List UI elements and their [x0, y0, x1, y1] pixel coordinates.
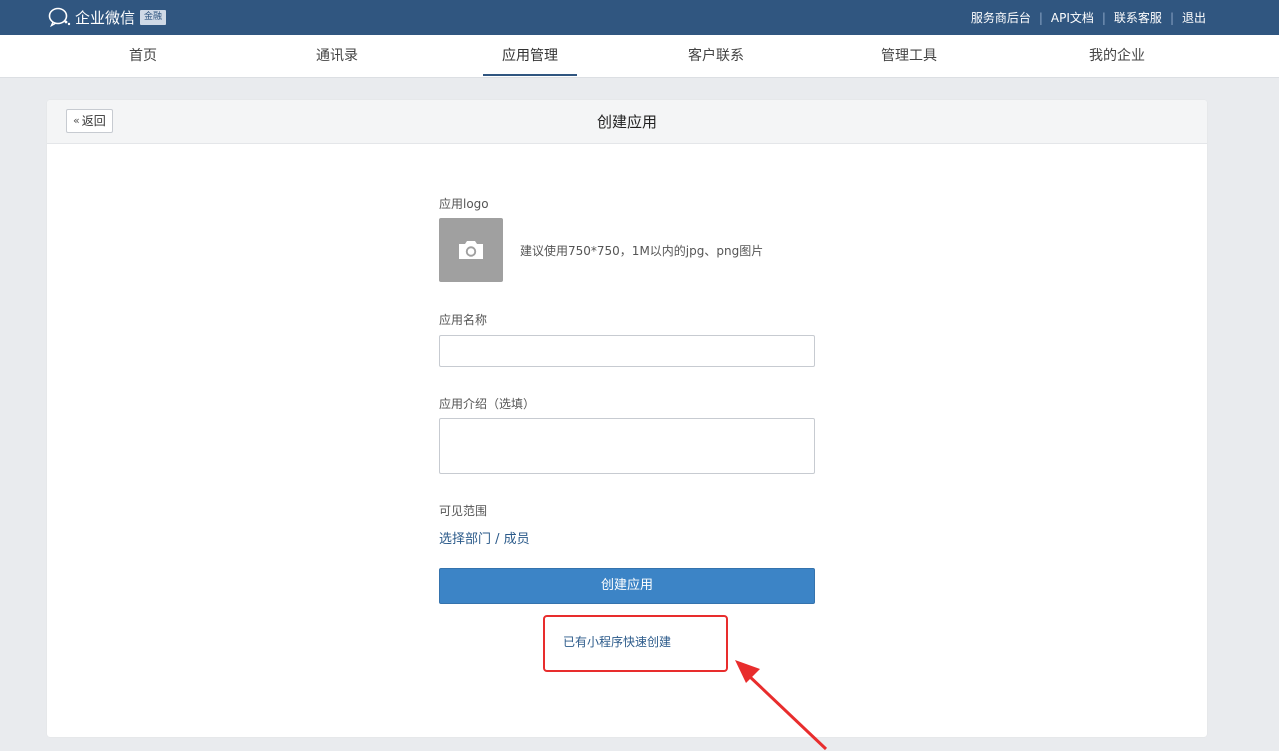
card-header: « 返回 创建应用	[47, 100, 1207, 144]
annotation-arrow	[735, 660, 828, 751]
api-docs-link[interactable]: API文档	[1051, 9, 1094, 26]
logo-hint: 建议使用750*750，1M以内的jpg、png图片	[520, 244, 764, 258]
top-links: 服务商后台 | API文档 | 联系客服 | 退出	[971, 0, 1206, 35]
brand-name: 企业微信	[75, 8, 136, 27]
annotation-highlight-box	[543, 615, 728, 672]
logo-upload[interactable]	[439, 218, 503, 282]
app-intro-label: 应用介绍（选填）	[439, 397, 536, 411]
service-provider-link[interactable]: 服务商后台	[971, 9, 1031, 26]
divider: |	[1169, 10, 1174, 25]
nav-item-customer-contact[interactable]: 客户联系	[669, 35, 763, 78]
app-name-label: 应用名称	[439, 313, 488, 327]
app-intro-textarea[interactable]	[439, 418, 815, 474]
divider: |	[1038, 10, 1043, 25]
nav-item-my-enterprise[interactable]: 我的企业	[1070, 35, 1164, 78]
create-app-button[interactable]: 创建应用	[439, 568, 815, 604]
top-bar: 企业微信 金融 服务商后台 | API文档 | 联系客服 | 退出	[0, 0, 1279, 35]
brand-badge: 金融	[140, 9, 167, 25]
logout-link[interactable]: 退出	[1182, 9, 1206, 26]
camera-icon	[459, 241, 483, 259]
wechat-work-logo-icon	[48, 7, 71, 28]
app-name-input[interactable]	[439, 335, 815, 367]
nav-item-management-tools[interactable]: 管理工具	[862, 35, 956, 78]
contact-support-link[interactable]: 联系客服	[1114, 9, 1162, 26]
nav-item-home[interactable]: 首页	[96, 35, 190, 78]
page-title: 创建应用	[596, 113, 657, 131]
brand[interactable]: 企业微信 金融	[47, 6, 167, 28]
visibility-label: 可见范围	[439, 504, 488, 518]
main-nav: 首页 通讯录 应用管理 客户联系 管理工具 我的企业	[0, 35, 1279, 78]
select-members-link[interactable]: 选择部门 / 成员	[439, 528, 530, 547]
logo-label: 应用logo	[439, 197, 489, 211]
nav-item-app-management[interactable]: 应用管理	[483, 35, 577, 78]
divider: |	[1101, 10, 1106, 25]
nav-item-contacts[interactable]: 通讯录	[290, 35, 384, 78]
